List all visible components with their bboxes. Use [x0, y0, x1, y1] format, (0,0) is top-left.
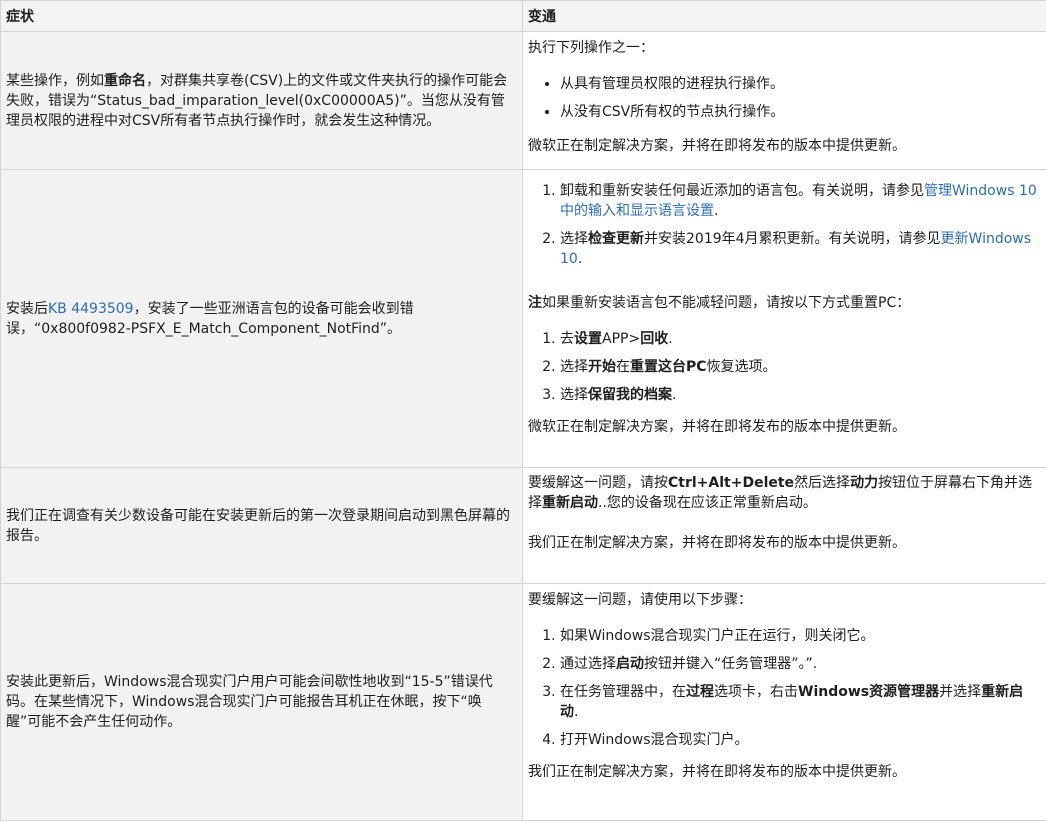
symptom-text: 安装此更新后，Windows混合现实门户用户可能会间歇性地收到“15-5”错误代… [6, 674, 493, 730]
list-item: 如果Windows混合现实门户正在运行，则关闭它。 [560, 626, 1041, 646]
text-span: 如果重新安装语言包不能减轻问题，请按以下方式重置PC： [542, 295, 911, 311]
workaround-cell: 要缓解这一问题，请使用以下步骤： 如果Windows混合现实门户正在运行，则关闭… [522, 583, 1046, 821]
text-span: 按钮并键入“任务管理器”。”. [644, 656, 818, 672]
workaround-footer: 微软正在制定解决方案，并将在即将发布的版本中提供更新。 [528, 419, 906, 435]
bold-term: 注 [528, 295, 542, 311]
list-item: 打开Windows混合现实门户。 [560, 730, 1041, 750]
list-item: 从具有管理员权限的进程执行操作。 [560, 74, 1041, 94]
bold-term: 回收 [640, 331, 669, 347]
list-item: 选择检查更新并安装2019年4月累积更新。有关说明，请参见更新Windows 1… [560, 229, 1041, 269]
header-symptom: 症状 [0, 0, 523, 32]
text-span: 恢复选项。 [706, 359, 777, 375]
list-item: 在任务管理器中，在过程选项卡，右击Windows资源管理器并选择重新启动. [560, 682, 1041, 722]
text-span: 选择 [560, 387, 588, 403]
symptom-text: 我们正在调查有关少数设备可能在安装更新后的第一次登录期间启动到黑色屏幕的报告。 [6, 507, 510, 544]
text-span: . [672, 387, 677, 403]
workaround-cell: 卸载和重新安装任何最近添加的语言包。有关说明，请参见管理Windows 10中的… [522, 169, 1046, 468]
text-span: 卸载和重新安装任何最近添加的语言包。有关说明，请参见 [560, 183, 924, 199]
known-issues-table: 症状 变通 某些操作，例如重命名，对群集共享卷(CSV)上的文件或文件夹执行的操… [0, 0, 1046, 821]
bold-term: 过程 [686, 684, 714, 700]
text-span: 选择 [560, 231, 588, 247]
header-workaround: 变通 [522, 0, 1046, 32]
text-span: 在任务管理器中，在 [560, 684, 686, 700]
workaround-intro: 要缓解这一问题，请使用以下步骤： [528, 592, 752, 608]
bold-term: 开始 [588, 359, 616, 375]
bold-term: 重命名 [104, 72, 146, 89]
table-row: 我们正在调查有关少数设备可能在安装更新后的第一次登录期间启动到黑色屏幕的报告。 … [0, 467, 1046, 584]
bold-term: Ctrl+Alt+Delete [668, 475, 795, 491]
bold-term: 动力 [850, 475, 879, 491]
kb-link[interactable]: KB 4493509 [48, 301, 134, 317]
workaround-note: 注如果重新安装语言包不能减轻问题，请按以下方式重置PC： [528, 293, 1041, 313]
list-item: 从没有CSV所有权的节点执行操作。 [560, 102, 1041, 122]
table-row: 某些操作，例如重命名，对群集共享卷(CSV)上的文件或文件夹执行的操作可能会失败… [0, 31, 1046, 170]
text-span: APP> [602, 331, 641, 347]
workaround-text: 要缓解这一问题，请按Ctrl+Alt+Delete然后选择动力按钮位于屏幕右下角… [528, 473, 1041, 513]
workaround-steps: 如果Windows混合现实门户正在运行，则关闭它。 通过选择启动按钮并键入“任务… [528, 626, 1041, 750]
table-row: 安装此更新后，Windows混合现实门户用户可能会间歇性地收到“15-5”错误代… [0, 583, 1046, 821]
symptom-cell: 安装后KB 4493509，安装了一些亚洲语言包的设备可能会收到错误，“0x80… [0, 169, 523, 468]
text-span: 选择 [560, 359, 588, 375]
bold-term: 启动 [616, 656, 644, 672]
workaround-footer: 我们正在制定解决方案，并将在即将发布的版本中提供更新。 [528, 535, 906, 551]
text-span: 并安装2019年4月累积更新。有关说明，请参见 [644, 231, 941, 247]
reset-steps: 去设置APP>回收. 选择开始在重置这台PC恢复选项。 选择保留我的档案. [528, 329, 1041, 405]
workaround-cell: 要缓解这一问题，请按Ctrl+Alt+Delete然后选择动力按钮位于屏幕右下角… [522, 467, 1046, 584]
bold-term: 设置 [574, 331, 602, 347]
symptom-text: 安装后KB 4493509，安装了一些亚洲语言包的设备可能会收到错误，“0x80… [6, 299, 514, 339]
text-span: . [574, 704, 579, 720]
bold-term: 检查更新 [588, 231, 644, 247]
text-span: ..您的设备现在应该正常重新启动。 [598, 495, 817, 511]
symptom-cell: 我们正在调查有关少数设备可能在安装更新后的第一次登录期间启动到黑色屏幕的报告。 [0, 467, 523, 584]
bold-term: Windows资源管理器 [798, 684, 940, 700]
workaround-intro: 执行下列操作之一： [528, 40, 654, 56]
workaround-cell: 执行下列操作之一： 从具有管理员权限的进程执行操作。 从没有CSV所有权的节点执… [522, 31, 1046, 170]
text-span: 某些操作，例如 [6, 72, 104, 89]
workaround-note: 微软正在制定解决方案，并将在即将发布的版本中提供更新。 [528, 138, 906, 154]
list-item: 去设置APP>回收. [560, 329, 1041, 349]
text-span: . [714, 203, 719, 219]
symptom-cell: 某些操作，例如重命名，对群集共享卷(CSV)上的文件或文件夹执行的操作可能会失败… [0, 31, 523, 170]
text-span: 安装后 [6, 300, 48, 317]
text-span: 选项卡，右击 [714, 684, 798, 700]
bold-term: 保留我的档案 [588, 387, 672, 403]
text-span: 要缓解这一问题，请按 [528, 475, 668, 491]
workaround-steps: 卸载和重新安装任何最近添加的语言包。有关说明，请参见管理Windows 10中的… [528, 181, 1041, 269]
list-item: 通过选择启动按钮并键入“任务管理器”。”. [560, 654, 1041, 674]
text-span: 在 [616, 359, 630, 375]
text-span: 然后选择 [794, 475, 851, 491]
list-item: 卸载和重新安装任何最近添加的语言包。有关说明，请参见管理Windows 10中的… [560, 181, 1041, 221]
workaround-footer: 我们正在制定解决方案，并将在即将发布的版本中提供更新。 [528, 764, 906, 780]
text-span: . [668, 331, 673, 347]
table-header-row: 症状 变通 [0, 0, 1046, 32]
bold-term: 重新启动 [542, 495, 598, 511]
list-item: 选择保留我的档案. [560, 385, 1041, 405]
symptom-text: 某些操作，例如重命名，对群集共享卷(CSV)上的文件或文件夹执行的操作可能会失败… [6, 71, 514, 131]
table-row: 安装后KB 4493509，安装了一些亚洲语言包的设备可能会收到错误，“0x80… [0, 169, 1046, 468]
bold-term: 重置这台PC [630, 359, 707, 375]
list-item: 选择开始在重置这台PC恢复选项。 [560, 357, 1041, 377]
text-span: 通过选择 [560, 656, 616, 672]
workaround-bullet-list: 从具有管理员权限的进程执行操作。 从没有CSV所有权的节点执行操作。 [528, 74, 1041, 122]
text-span: 去 [560, 331, 574, 347]
text-span: . [577, 251, 583, 267]
text-span: 并选择 [939, 684, 982, 700]
symptom-cell: 安装此更新后，Windows混合现实门户用户可能会间歇性地收到“15-5”错误代… [0, 583, 523, 821]
